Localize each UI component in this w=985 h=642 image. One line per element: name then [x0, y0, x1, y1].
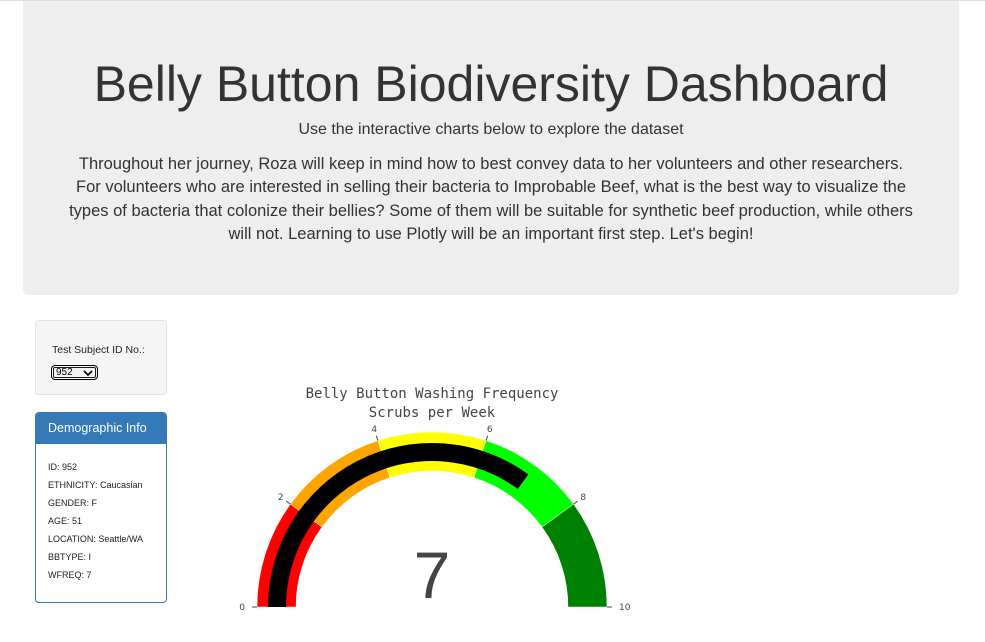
demographic-row: LOCATION: Seattle/WA — [48, 534, 144, 544]
gauge-title: Belly Button Washing Frequency — [306, 386, 559, 402]
gauge-tick-label: 2 — [278, 493, 284, 503]
gauge-tick-mark — [375, 435, 379, 441]
gauge-tick-mark — [573, 500, 578, 505]
demographic-row: WFREQ: 7 — [48, 570, 92, 580]
gauge-tick-label: 8 — [580, 493, 586, 503]
gauge-tick-label: 4 — [371, 425, 377, 435]
gauge-tick-mark — [485, 435, 489, 441]
gauge-svg: Belly Button Washing Frequency Scrubs pe… — [239, 386, 631, 613]
demographic-info-body: ID: 952 ETHNICITY: Caucasian GENDER: F A… — [36, 444, 166, 584]
gauge-subtitle: Scrubs per Week — [369, 405, 496, 421]
subject-selector-well: Test Subject ID No.: 952 — [35, 320, 167, 395]
chevron-down-icon — [83, 370, 93, 377]
page-title: Belly Button Biodiversity Dashboard — [93, 56, 889, 112]
demographic-row: ID: 952 — [48, 462, 78, 472]
page-description: Throughout her journey, Roza will keep i… — [69, 155, 913, 243]
demographic-row: AGE: 51 — [48, 516, 83, 526]
gauge-tick-label: 10 — [619, 603, 631, 613]
demographic-info-heading: Demographic Info — [36, 413, 166, 444]
subject-id-selected-value: 952 — [56, 367, 73, 378]
gauge-tick-label: 0 — [239, 603, 245, 613]
gauge-tick-label: 6 — [487, 425, 493, 435]
subject-id-dropdown[interactable]: 952 — [51, 365, 98, 380]
gauge-tick-mark — [286, 500, 291, 505]
demographic-row: ETHNICITY: Caucasian — [48, 480, 143, 490]
subject-selector-label: Test Subject ID No.: — [52, 344, 145, 356]
demographic-info-panel: Demographic Info ID: 952 ETHNICITY: Cauc… — [35, 412, 167, 603]
gauge-value-number: 7 — [414, 538, 451, 612]
demographic-row: BBTYPE: I — [48, 552, 92, 562]
demographic-row: GENDER: F — [48, 498, 98, 508]
washing-frequency-gauge: Belly Button Washing Frequency Scrubs pe… — [180, 370, 700, 630]
page-subtitle: Use the interactive charts below to expl… — [298, 121, 684, 138]
header-jumbotron: Belly Button Biodiversity Dashboard Use … — [23, 1, 959, 295]
